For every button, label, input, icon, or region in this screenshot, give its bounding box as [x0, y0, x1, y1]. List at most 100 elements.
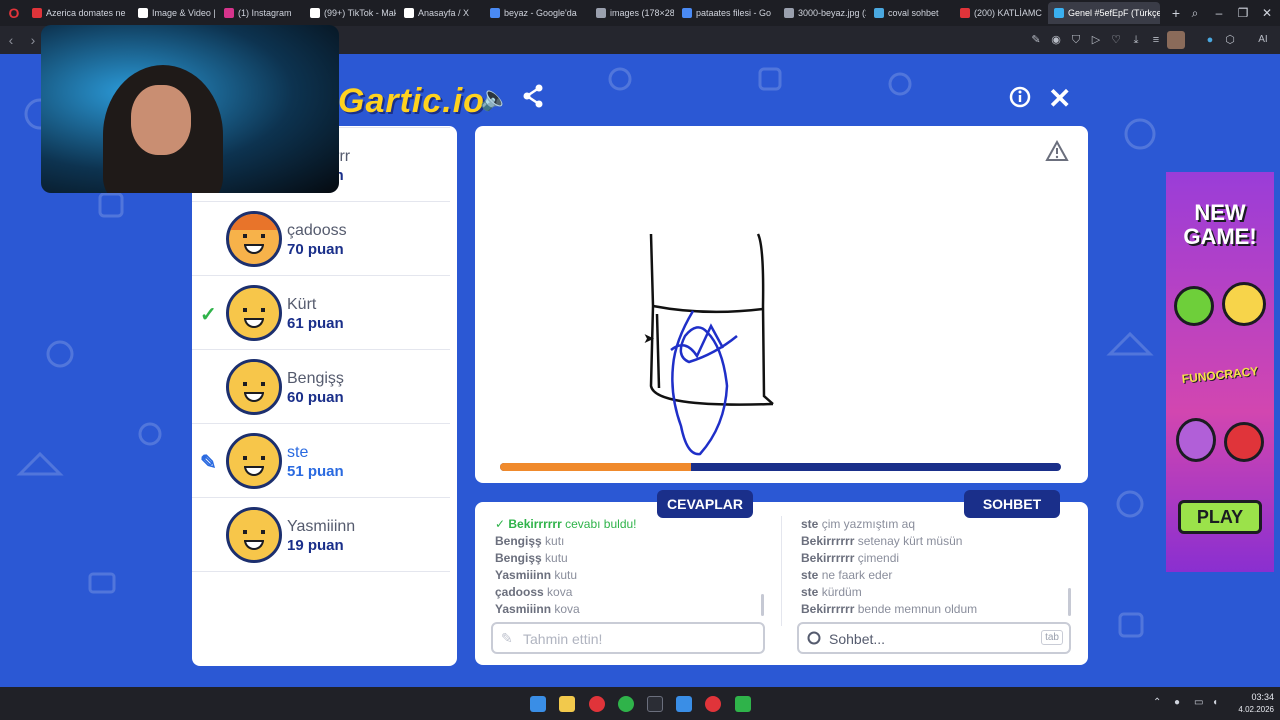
browser-tab[interactable]: Anasayfa / X — [398, 2, 482, 24]
shield-icon[interactable]: ⛉ — [1069, 33, 1083, 47]
player-row[interactable]: Bengişş 60 puan — [192, 350, 450, 424]
info-icon[interactable] — [1009, 86, 1031, 115]
tab-hint: tab — [1041, 630, 1063, 645]
answer-user: Yasmiiinn — [495, 568, 552, 582]
guessed-check-icon: ✓ — [200, 304, 217, 326]
sound-icon[interactable]: 🔈 — [480, 84, 510, 113]
guess-placeholder: Tahmin ettin! — [523, 631, 603, 647]
windows-taskbar — [0, 687, 1280, 720]
player-name: Kürt — [287, 296, 317, 313]
answer-user: Bengişş — [495, 551, 542, 565]
menu-icon[interactable]: ≡ — [1149, 33, 1163, 47]
answers-scrollbar[interactable] — [761, 594, 764, 616]
avatar-eyes — [243, 234, 265, 238]
guess-input[interactable]: ✎ Tahmin ettin! — [491, 622, 765, 654]
chat-text: setenay kürt müsün — [857, 534, 963, 548]
tab-title: Azerica domates ne — [46, 8, 126, 18]
heart-icon[interactable]: ♡ — [1109, 33, 1123, 47]
ad-play-button[interactable]: PLAY — [1178, 500, 1262, 534]
terminal-icon[interactable] — [647, 696, 663, 712]
drawing-pencil-icon: ✎ — [200, 452, 217, 474]
player-row[interactable]: ✓ Kürt 61 puan — [192, 276, 450, 350]
browser-tab[interactable]: (99+) TikTok - Makr — [304, 2, 396, 24]
microphone-icon[interactable]: ● — [1174, 697, 1180, 708]
webcam-overlay — [41, 25, 339, 193]
chat-scrollbar[interactable] — [1068, 588, 1071, 616]
browser-tab[interactable]: images (178×284) — [590, 2, 674, 24]
answer-message: Bengişş kutı — [495, 534, 564, 548]
avatar-hair — [229, 214, 279, 230]
chat-text: çim yazmıştım aq — [821, 517, 916, 531]
person-face — [131, 85, 191, 155]
answer-text: kova — [554, 602, 580, 616]
player-row[interactable]: çadooss 70 puan — [192, 202, 450, 276]
answers-tab[interactable]: CEVAPLAR — [657, 490, 753, 518]
browser-tab[interactable]: beyaz - Google'da — [484, 2, 588, 24]
browser-tab[interactable]: (1) Instagram — [218, 2, 302, 24]
answer-text: cevabı buldu! — [565, 517, 637, 531]
chat-tab[interactable]: SOHBET — [964, 490, 1060, 518]
player-points: 19 puan — [287, 537, 344, 554]
camera-icon[interactable]: ◉ — [1049, 33, 1063, 47]
tab-title: 3000-beyaz.jpg (25 — [798, 8, 866, 18]
ai-button[interactable]: AI — [1250, 33, 1276, 47]
browser-tab[interactable]: Genel #5efEpF (Türkçe) — [1048, 2, 1160, 24]
minimize-button[interactable]: – — [1206, 0, 1232, 26]
tab-favicon-icon — [874, 8, 884, 18]
chat-user: Bekirrrrrr — [801, 602, 855, 616]
maximize-button[interactable]: ❐ — [1230, 0, 1256, 26]
recorder-icon[interactable] — [705, 696, 721, 712]
volume-icon[interactable]: ◖ — [1212, 697, 1218, 708]
browser-tab[interactable]: coval sohbet — [868, 2, 952, 24]
browser-tab[interactable]: 3000-beyaz.jpg (25 — [778, 2, 866, 24]
browser-tab[interactable]: Image & Video | El — [132, 2, 216, 24]
browser-tab[interactable]: Azerica domates ne — [26, 2, 130, 24]
advertisement-banner[interactable]: NEW GAME! FUNOCRACY PLAY — [1166, 172, 1274, 572]
edit-icon[interactable]: ✎ — [1029, 33, 1043, 47]
chat-user: ste — [801, 585, 819, 599]
browser-tab[interactable]: (200) KATLİAMC — [954, 2, 1046, 24]
correct-check-icon: ✓ — [495, 517, 509, 531]
player-row[interactable]: Yasmiiinn 19 puan — [192, 498, 450, 572]
file-explorer-icon[interactable] — [559, 696, 575, 712]
panel-divider — [781, 516, 782, 626]
chat-message: Bekirrrrrr setenay kürt müsün — [801, 534, 962, 548]
back-icon[interactable]: ‹ — [0, 32, 22, 48]
profile-avatar[interactable] — [1167, 31, 1185, 49]
players-list[interactable]: nahibi✓Bekirrrrrr77 puançadooss70 puan✓K… — [192, 126, 457, 666]
download-icon[interactable]: ⤓ — [1129, 33, 1143, 47]
chat-text: bende memnun oldum — [857, 602, 978, 616]
cube-icon[interactable]: ⬡ — [1223, 33, 1237, 47]
close-icon[interactable]: ✕ — [1048, 82, 1071, 115]
chat-message: ste kürdüm — [801, 585, 862, 599]
opera-logo-icon[interactable]: O — [4, 3, 24, 23]
player-row[interactable]: ✎ ste 51 puan — [192, 424, 450, 498]
tab-favicon-icon — [960, 8, 970, 18]
chat-text: ne faark eder — [821, 568, 893, 582]
round-timer-bar — [500, 463, 1061, 471]
tray-chevron-icon[interactable]: ⌃ — [1153, 697, 1161, 708]
start-icon[interactable] — [530, 696, 546, 712]
tab-favicon-icon — [682, 8, 692, 18]
whatsapp-icon[interactable] — [618, 696, 634, 712]
chat-user: ste — [801, 568, 819, 582]
opera-icon[interactable] — [589, 696, 605, 712]
avatar-mouth — [244, 244, 264, 254]
clock-date[interactable]: 4.02.2026 — [1224, 705, 1274, 714]
tab-favicon-icon — [1054, 8, 1064, 18]
chat-input[interactable]: Sohbet... tab — [797, 622, 1071, 654]
share-icon[interactable] — [522, 84, 544, 115]
outlook-icon[interactable] — [676, 696, 692, 712]
avatar-mouth — [244, 392, 264, 402]
chat-user: Bekirrrrrr — [801, 534, 855, 548]
round-timer-fill — [500, 463, 691, 471]
clock-time[interactable]: 03:34 — [1234, 692, 1274, 702]
search-tabs-icon[interactable]: ⌕ — [1182, 0, 1208, 26]
extension-icon[interactable]: ● — [1203, 33, 1217, 47]
drawing-canvas[interactable]: ➤ — [475, 126, 1088, 483]
play-icon[interactable]: ▷ — [1089, 33, 1103, 47]
browser-tab[interactable]: pataates filesi - Go — [676, 2, 776, 24]
network-icon[interactable]: ▭ — [1194, 697, 1203, 708]
game-launcher-icon[interactable] — [735, 696, 751, 712]
close-window-button[interactable]: ✕ — [1254, 0, 1280, 26]
